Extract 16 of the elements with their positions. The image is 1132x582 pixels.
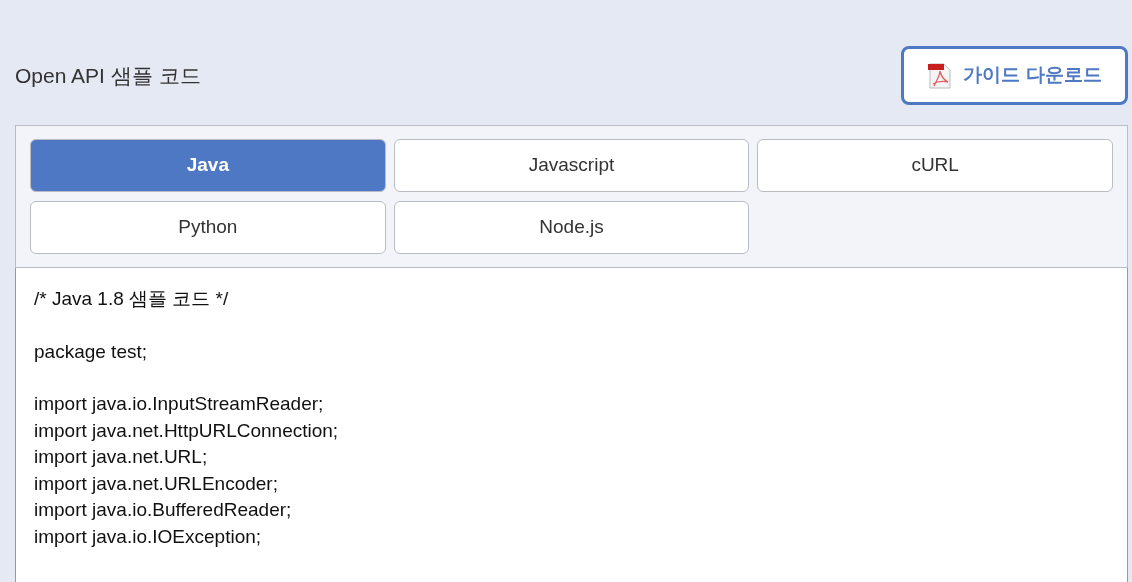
code-line: import java.io.IOException;: [34, 524, 263, 549]
page-title: Open API 샘플 코드: [15, 62, 201, 89]
code-line: package test;: [34, 339, 149, 364]
guide-download-button[interactable]: 가이드 다운로드: [901, 46, 1128, 105]
code-line: import java.net.URLEncoder;: [34, 471, 279, 496]
language-tab[interactable]: Java: [30, 139, 386, 192]
code-line: import java.net.URL;: [34, 445, 209, 469]
language-tab[interactable]: Python: [30, 201, 386, 254]
code-line: import java.io.InputStreamReader;: [34, 392, 325, 416]
pdf-file-icon: [927, 61, 954, 90]
language-tab[interactable]: cURL: [757, 139, 1113, 192]
code-line: import java.io.BufferedReader;: [34, 498, 293, 522]
code-line: import java.net.HttpURLConnection;: [34, 418, 340, 443]
code-line: /* Java 1.8 샘플 코드 */: [34, 287, 230, 311]
language-tab[interactable]: Javascript: [393, 139, 750, 192]
language-tab[interactable]: Node.js: [393, 201, 750, 254]
